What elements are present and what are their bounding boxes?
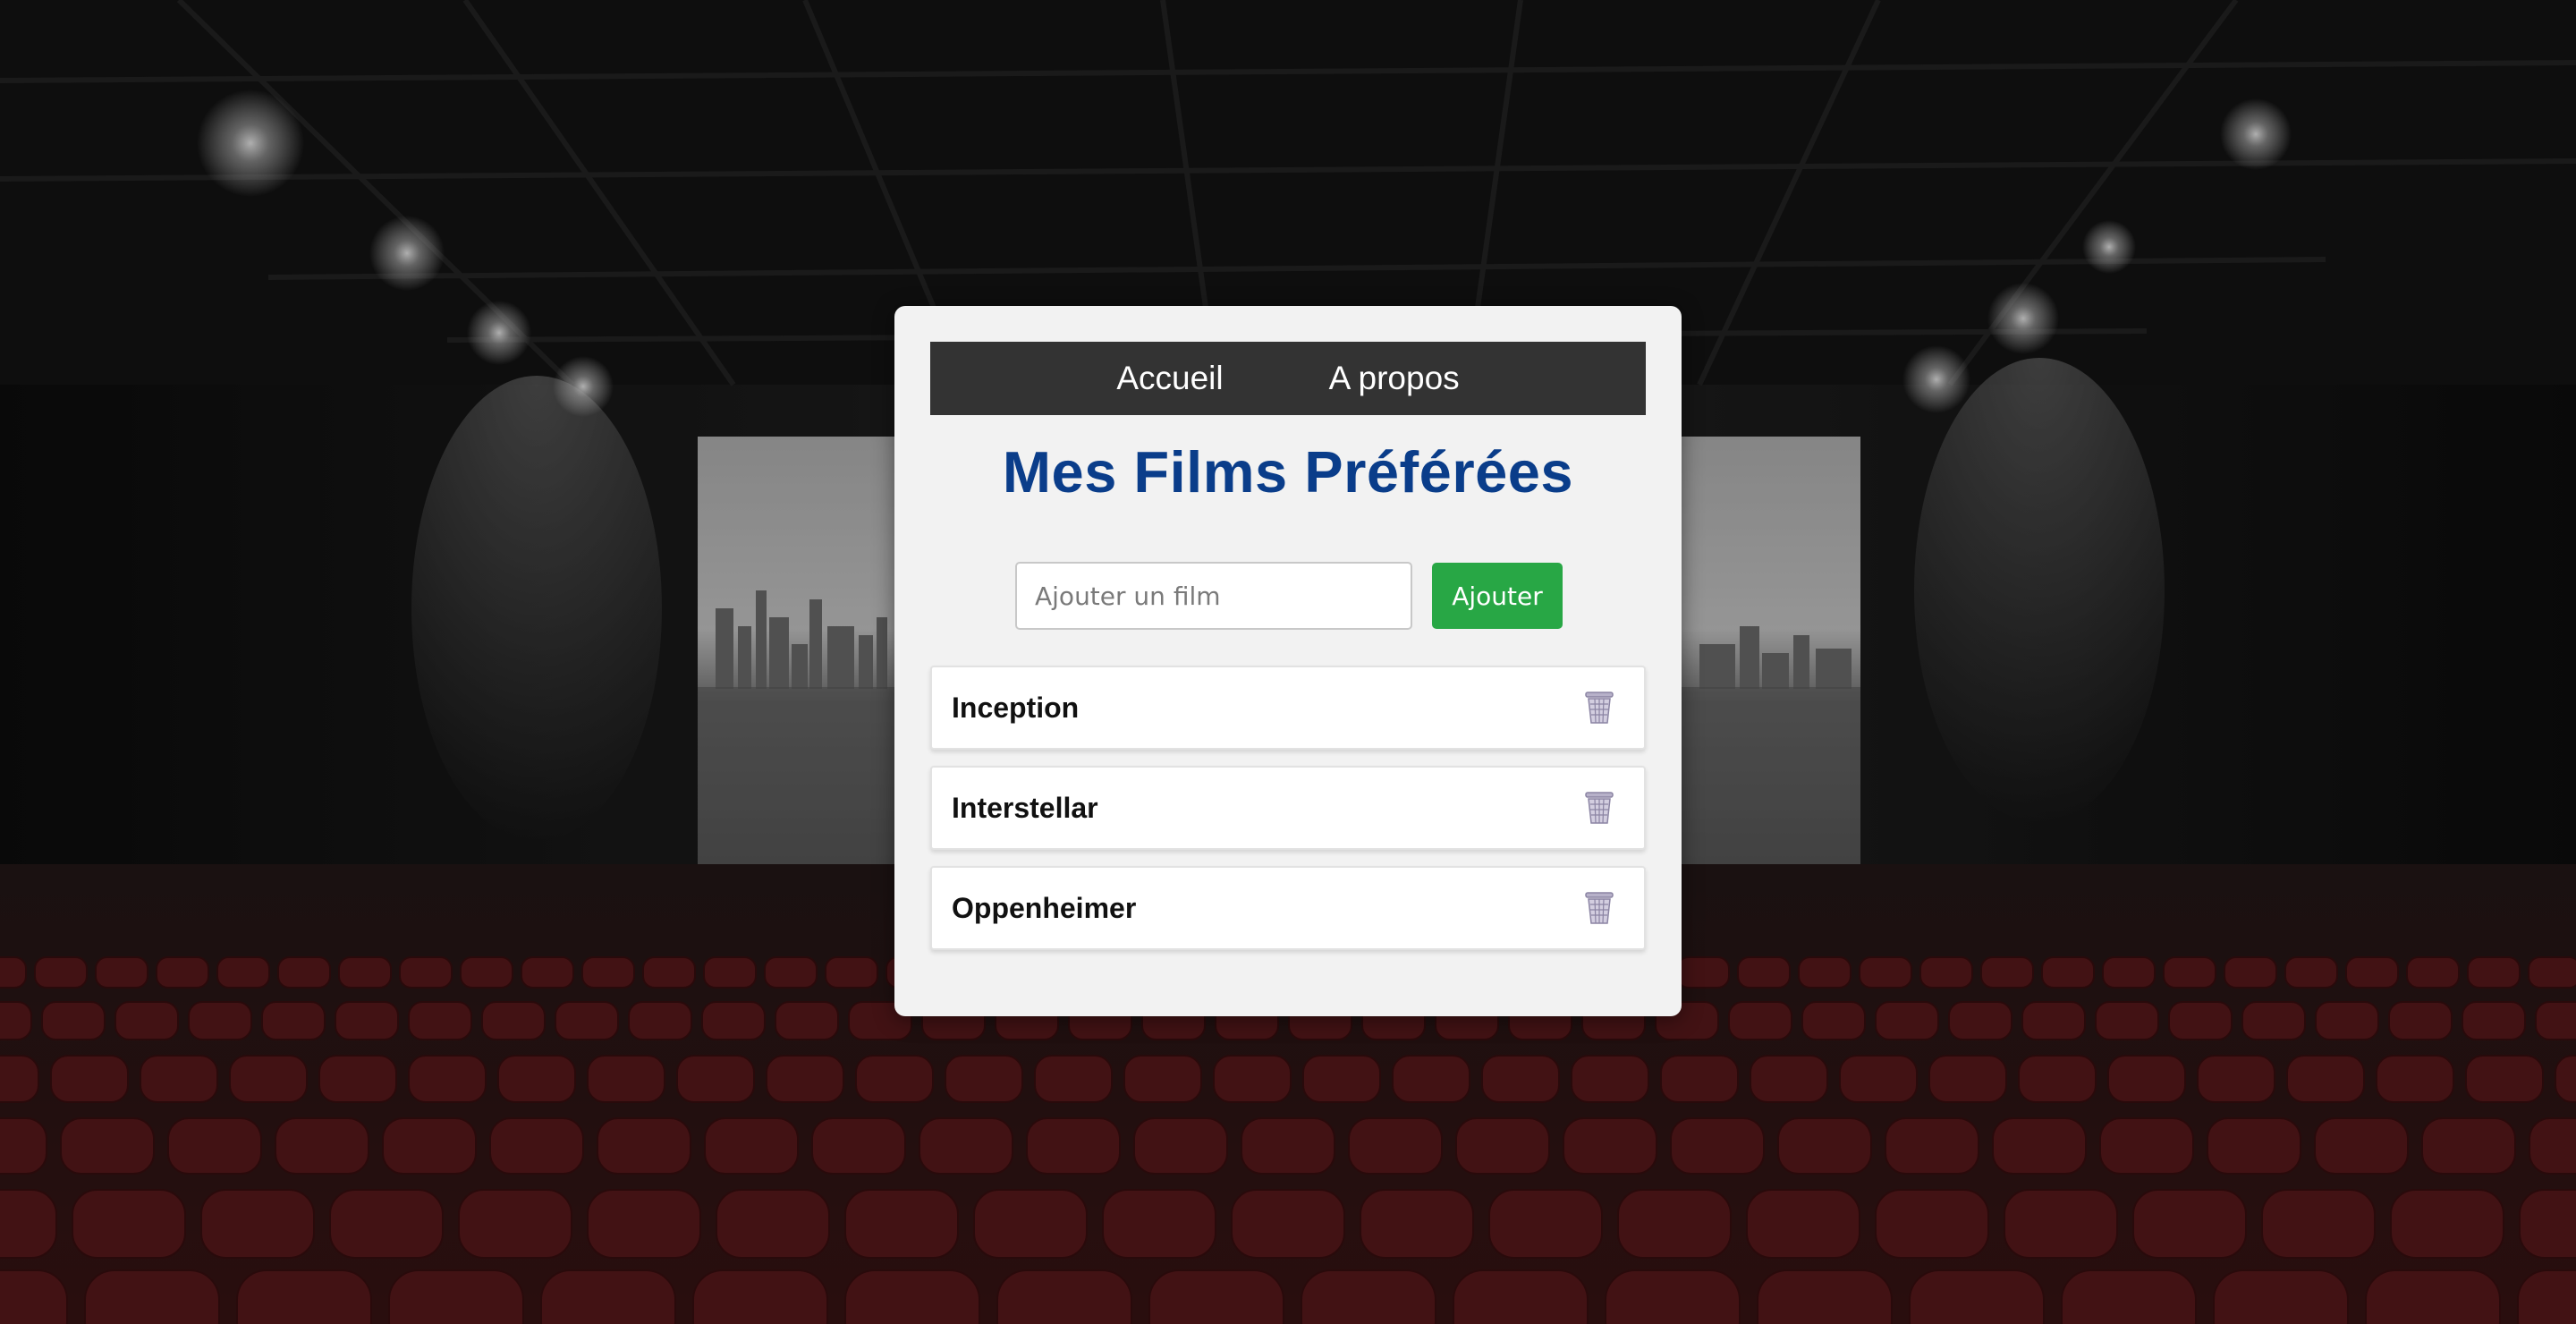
list-item: Interstellar [930,766,1646,850]
add-button[interactable]: Ajouter [1432,563,1563,629]
film-title: Oppenheimer [952,891,1137,924]
films-card: Accueil A propos Mes Films Préférées Ajo… [894,306,1682,1016]
nav-bar: Accueil A propos [930,342,1646,415]
films-list: Inception Interstellar Oppenheimer [930,666,1646,950]
page-title: Mes Films Préférées [1002,439,1574,505]
add-film-form: Ajouter [1015,562,1563,630]
nav-link-accueil[interactable]: Accueil [1116,360,1223,397]
list-item: Oppenheimer [930,866,1646,950]
trash-icon[interactable] [1581,690,1617,726]
trash-icon[interactable] [1581,890,1617,926]
film-input[interactable] [1015,562,1412,630]
film-title: Inception [952,691,1080,724]
nav-link-a-propos[interactable]: A propos [1329,360,1460,397]
film-title: Interstellar [952,791,1098,824]
list-item: Inception [930,666,1646,750]
trash-icon[interactable] [1581,790,1617,826]
